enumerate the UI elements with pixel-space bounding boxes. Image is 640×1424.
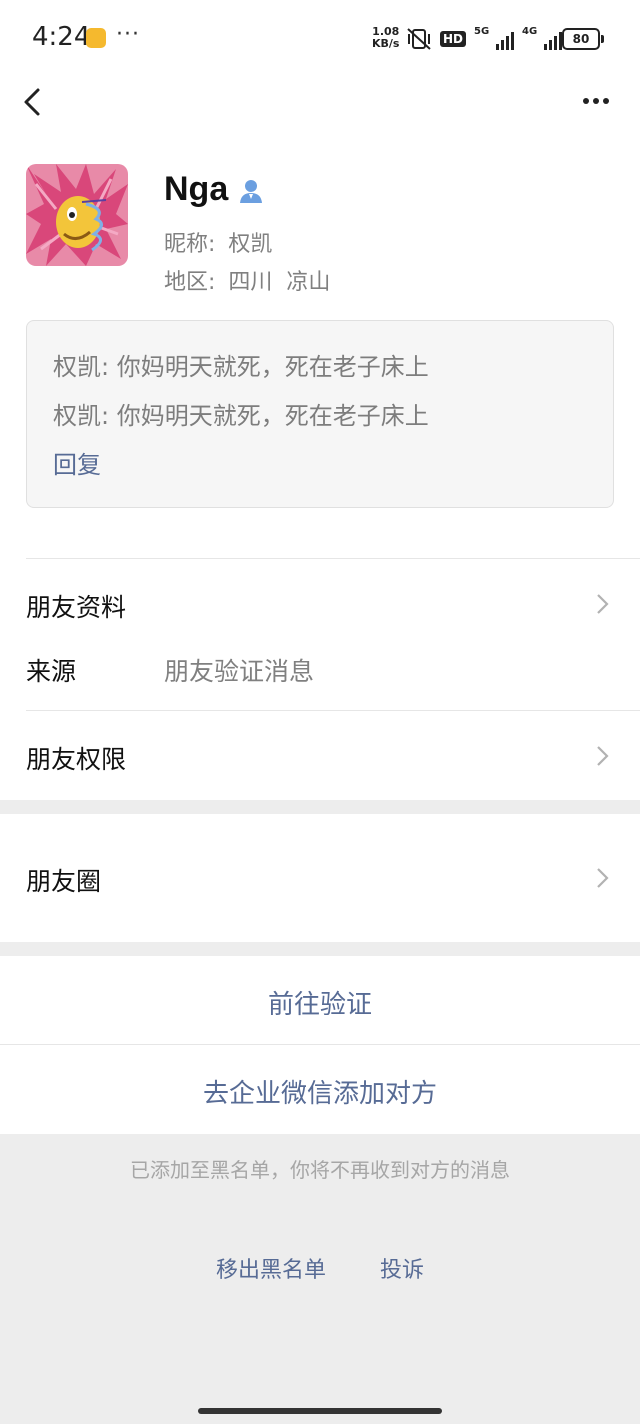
source-value: 朋友验证消息 xyxy=(164,657,315,686)
divider xyxy=(0,1044,640,1045)
message-line: 权凯: 你妈明天就死，死在老子床上 xyxy=(53,402,429,430)
verification-messages: 权凯: 你妈明天就死，死在老子床上 权凯: 你妈明天就死，死在老子床上 回复 xyxy=(26,320,614,508)
chevron-right-icon xyxy=(597,868,609,888)
status-bar: 4:24 ··· 1.08 KB/s HD 5G 4G 80 xyxy=(0,0,640,76)
region-value: 四川 凉山 xyxy=(228,270,331,295)
more-notifications-icon: ··· xyxy=(116,22,140,47)
user-icon xyxy=(240,180,262,203)
signal-4g-icon: 4G xyxy=(522,26,563,52)
divider xyxy=(26,710,640,711)
hd-icon: HD xyxy=(440,31,467,47)
chevron-right-icon xyxy=(597,746,609,766)
net-speed-unit: KB/s xyxy=(372,37,400,50)
remove-blacklist-link[interactable]: 移出黑名单 xyxy=(216,1252,326,1284)
complain-link[interactable]: 投诉 xyxy=(380,1252,424,1284)
nav-bar xyxy=(0,76,640,126)
source-label: 来源 xyxy=(26,657,77,686)
notification-app-icon xyxy=(86,28,106,48)
status-time: 4:24 xyxy=(32,22,91,52)
moments-row[interactable]: 朋友圈 xyxy=(26,862,101,898)
battery-icon: 80 xyxy=(562,28,604,50)
reply-link[interactable]: 回复 xyxy=(53,445,101,480)
nickname-value: 权凯 xyxy=(228,232,273,257)
chevron-right-icon xyxy=(597,594,609,614)
blacklist-notice: 已添加至黑名单，你将不再收到对方的消息 xyxy=(130,1158,510,1182)
home-indicator[interactable] xyxy=(198,1408,442,1414)
signal-4g-label: 4G xyxy=(522,26,538,37)
vibrate-off-icon xyxy=(407,28,431,50)
region-line: 地区: 四川 凉山 xyxy=(164,264,330,296)
back-arrow-icon[interactable] xyxy=(18,82,54,122)
status-icons: HD 5G 4G xyxy=(406,24,563,54)
friend-profile-row[interactable]: 朋友资料 xyxy=(26,588,126,624)
nickname-line: 昵称: 权凯 xyxy=(164,226,272,258)
signal-5g-icon: 5G xyxy=(474,26,515,52)
region-label: 地区: xyxy=(164,270,216,295)
signal-5g-label: 5G xyxy=(474,26,490,37)
friend-permissions-row[interactable]: 朋友权限 xyxy=(26,740,126,776)
profile-name: Nga xyxy=(164,170,229,208)
divider xyxy=(26,558,640,559)
net-speed: 1.08 KB/s xyxy=(372,26,399,50)
avatar[interactable] xyxy=(26,164,128,266)
message-line: 权凯: 你妈明天就死，死在老子床上 xyxy=(53,353,429,381)
go-verify-button[interactable]: 前往验证 xyxy=(0,984,640,1021)
wecom-add-button[interactable]: 去企业微信添加对方 xyxy=(0,1073,640,1110)
more-icon[interactable] xyxy=(576,86,616,116)
nickname-label: 昵称: xyxy=(164,232,216,257)
